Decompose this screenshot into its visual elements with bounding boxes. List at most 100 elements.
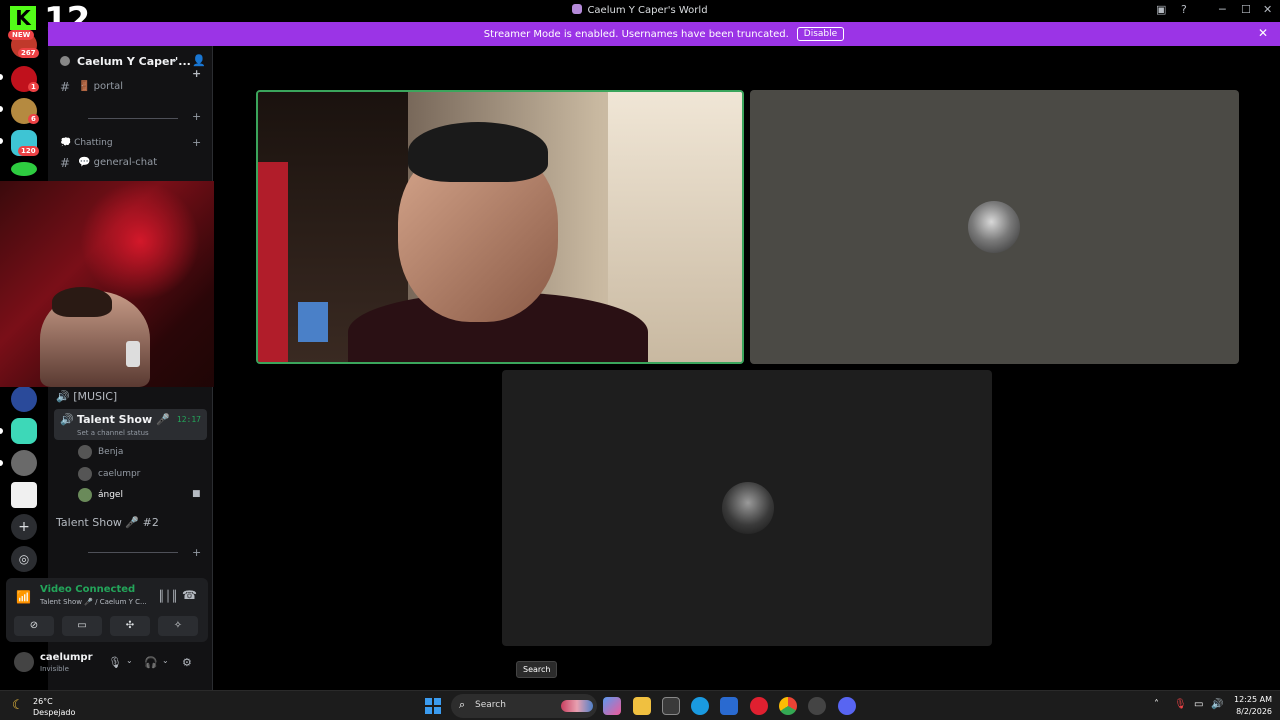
server-icon[interactable] <box>11 386 37 412</box>
maximize-button[interactable]: ☐ <box>1241 3 1251 16</box>
category-chatting[interactable]: 💭 Chatting <box>60 138 113 148</box>
divider <box>88 552 178 553</box>
new-badge: NEW <box>8 30 35 40</box>
video-tile[interactable] <box>502 370 992 646</box>
voice-channel-name: Talent Show 🎤 <box>77 413 170 426</box>
soundboard-button[interactable]: ✧ <box>158 616 198 636</box>
search-placeholder: Search <box>475 700 506 710</box>
add-server-icon[interactable]: + <box>11 514 37 540</box>
avatar <box>78 467 92 481</box>
taskbar-search[interactable]: ⌕ Search <box>451 694 597 718</box>
close-icon[interactable]: ✕ <box>1258 26 1268 40</box>
server-icon[interactable] <box>11 450 37 476</box>
kick-icon: K <box>10 6 36 30</box>
moon-icon: ☾ <box>12 698 24 713</box>
guild-header[interactable]: Caelum Y Caper'... ⌄ 👤+ <box>48 46 213 80</box>
unread-pip <box>0 428 3 434</box>
username[interactable]: caelumpr <box>40 652 93 663</box>
help-icon[interactable]: ? <box>1181 3 1187 16</box>
video-tile[interactable] <box>750 90 1239 364</box>
app-icon[interactable] <box>808 697 826 715</box>
guild-icon <box>60 56 70 66</box>
clock[interactable]: 12:25 AM 8/2/2026 <box>1226 694 1272 718</box>
disconnect-icon[interactable]: ☎ <box>182 588 197 602</box>
user-status: Invisible <box>40 665 69 673</box>
hash-icon: # <box>60 156 71 170</box>
headphones-icon[interactable]: 🎧 <box>144 656 158 669</box>
user-panel: caelumpr Invisible 🎙 ⌄ 🎧 ⌄ ⚙ <box>6 648 208 682</box>
channel-portal[interactable]: # 🚪 portal <box>56 78 206 96</box>
close-window-button[interactable]: ✕ <box>1263 3 1272 16</box>
avatar[interactable] <box>14 652 34 672</box>
mention-badge: 6 <box>28 114 39 124</box>
file-explorer-icon[interactable] <box>633 697 651 715</box>
search-highlight-image <box>561 700 593 712</box>
divider <box>88 118 178 119</box>
channel-general-chat[interactable]: # 💬 general-chat <box>56 154 206 172</box>
screen-share-button[interactable]: ▭ <box>62 616 102 636</box>
server-icon[interactable] <box>11 162 37 176</box>
server-icon[interactable] <box>11 418 37 444</box>
weather-condition: Despejado <box>33 708 76 717</box>
microphone-icon[interactable]: 🎙 <box>108 656 122 669</box>
windows-start-icon[interactable] <box>425 698 441 714</box>
search-icon: ⌕ <box>459 698 466 711</box>
mention-badge: 120 <box>18 146 39 156</box>
channel-music[interactable]: 🔊 [MUSIC] <box>56 390 117 403</box>
speaker-icon: 🔊 <box>60 413 74 426</box>
settings-icon[interactable]: ⚙ <box>182 656 192 669</box>
streamer-hair <box>52 287 112 317</box>
chevron-up-icon[interactable]: ˄ <box>1154 699 1159 710</box>
chrome-icon[interactable] <box>779 697 797 715</box>
activities-button[interactable]: ✣ <box>110 616 150 636</box>
chevron-down-icon[interactable]: ⌄ <box>126 656 133 665</box>
store-icon[interactable] <box>662 697 680 715</box>
plus-icon[interactable]: + <box>192 110 201 123</box>
chevron-down-icon[interactable]: ⌄ <box>162 656 169 665</box>
unread-pip <box>0 74 3 80</box>
camera-off-button[interactable]: ⊘ <box>14 616 54 636</box>
channel-status[interactable]: Set a channel status <box>77 429 149 437</box>
video-tile-speaking[interactable] <box>256 90 744 364</box>
volume-icon[interactable]: 🔊 <box>1211 699 1223 710</box>
voice-timer: 12:17 <box>176 415 201 424</box>
background-flag <box>258 162 288 362</box>
microphone-tray-icon[interactable]: 🎙 <box>1174 699 1187 710</box>
mail-icon[interactable] <box>720 697 738 715</box>
background-figure <box>298 302 328 342</box>
discover-icon[interactable]: ◎ <box>11 546 37 572</box>
search-tooltip: Search <box>516 661 558 678</box>
avatar <box>78 488 92 502</box>
red-light <box>80 181 200 301</box>
mention-badge: 1 <box>28 82 39 92</box>
server-icon[interactable] <box>11 482 37 508</box>
plus-icon[interactable]: + <box>192 546 201 559</box>
participant-hair <box>408 122 548 182</box>
copilot-icon[interactable] <box>603 697 621 715</box>
chevron-down-icon[interactable]: ⌄ <box>170 54 178 65</box>
channel-talent-show-2[interactable]: Talent Show 🎤 #2 <box>56 516 159 529</box>
minimize-button[interactable]: ─ <box>1219 3 1226 16</box>
noise-suppression-icon[interactable]: ║│║ <box>158 590 178 603</box>
edge-icon[interactable] <box>691 697 709 715</box>
title-bar: Caelum Y Caper's World ▣ ? ─ ☐ ✕ <box>0 0 1280 22</box>
invite-people-icon[interactable]: 👤+ <box>192 54 213 80</box>
voice-location[interactable]: Talent Show 🎤 / Caelum Y C... <box>40 598 147 606</box>
voice-status[interactable]: Video Connected <box>40 584 135 595</box>
opera-icon[interactable] <box>750 697 768 715</box>
window-title: Caelum Y Caper's World <box>0 4 1280 16</box>
phone <box>126 341 140 367</box>
unread-pip <box>0 460 3 466</box>
inbox-icon[interactable]: ▣ <box>1156 3 1166 16</box>
unread-pip <box>0 106 3 112</box>
voice-channel-talent-show[interactable]: 🔊 Talent Show 🎤 12:17 Set a channel stat… <box>54 409 207 440</box>
discord-taskbar-icon[interactable] <box>838 697 856 715</box>
unread-pip <box>0 138 3 144</box>
disable-button[interactable]: Disable <box>796 27 845 41</box>
avatar <box>78 445 92 459</box>
network-icon[interactable]: ▭ <box>1194 699 1203 710</box>
plus-icon[interactable]: + <box>192 136 201 149</box>
signal-icon[interactable]: 📶 <box>16 590 31 604</box>
taskbar: ☾ 26°C Despejado ⌕ Search ˄ 🎙 ▭ 🔊 12:25 … <box>0 690 1280 720</box>
streamer-mode-message: Streamer Mode is enabled. Usernames have… <box>483 28 789 40</box>
